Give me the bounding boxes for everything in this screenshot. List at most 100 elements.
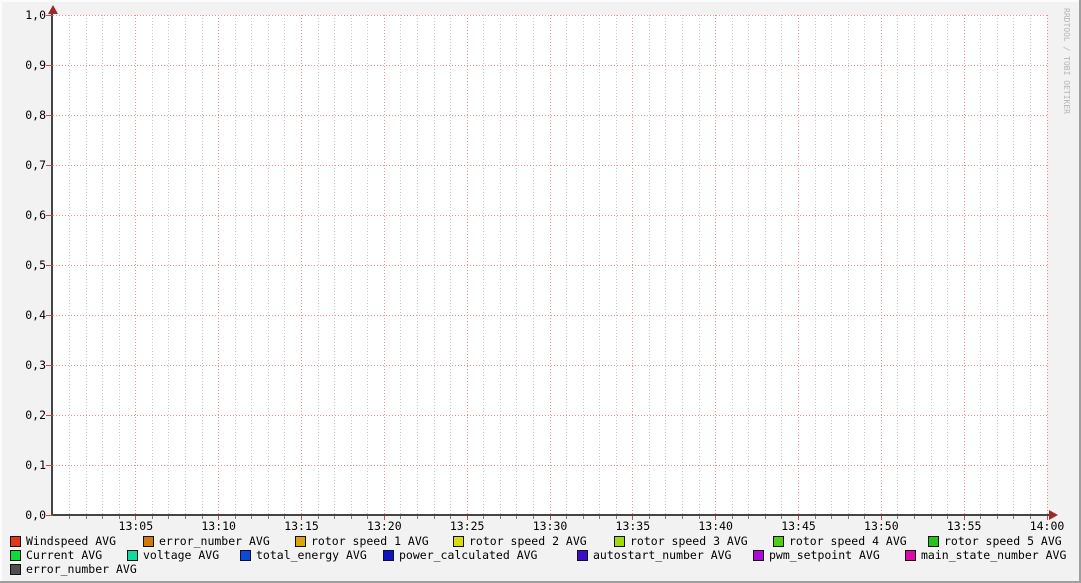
legend-swatch <box>453 536 464 547</box>
legend-item: rotor speed 2 AVG <box>453 535 587 547</box>
legend-label: rotor speed 3 AVG <box>630 535 748 547</box>
y-tick-label: 0,7 <box>0 159 46 171</box>
x-tick-minor <box>351 516 352 519</box>
legend-swatch <box>143 536 154 547</box>
x-tick-label: 13:10 <box>201 520 236 532</box>
y-tick-label: 0,4 <box>0 309 46 321</box>
y-tick-label: 1,0 <box>0 9 46 21</box>
x-tick-minor <box>86 516 87 519</box>
legend-item: autostart_number AVG <box>577 549 731 561</box>
legend-label: Current AVG <box>26 549 102 561</box>
x-tick-minor <box>251 516 252 519</box>
x-tick-label: 13:35 <box>616 520 651 532</box>
y-tick-major <box>46 15 53 16</box>
watermark: RRDTOOL / TOBI OETIKER <box>1062 8 1071 114</box>
y-tick-major <box>46 415 53 416</box>
x-tick-minor <box>848 516 849 519</box>
x-tick-label: 13:40 <box>698 520 733 532</box>
legend-label: error_number AVG <box>26 563 137 575</box>
legend-label: rotor speed 4 AVG <box>789 535 907 547</box>
y-tick-label: 0,0 <box>0 509 46 521</box>
legend-item: rotor speed 3 AVG <box>614 535 748 547</box>
grid-hline-major <box>53 365 1047 366</box>
grid-hline-major <box>53 115 1047 116</box>
y-tick-label: 0,3 <box>0 359 46 371</box>
legend-swatch <box>905 550 916 561</box>
legend-item: pwm_setpoint AVG <box>753 549 880 561</box>
legend-label: Windspeed AVG <box>26 535 116 547</box>
y-tick-label: 0,5 <box>0 259 46 271</box>
x-tick-minor <box>914 516 915 519</box>
x-tick-minor <box>500 516 501 519</box>
grid-hline-major <box>53 15 1047 16</box>
legend-item: Windspeed AVG <box>10 535 116 547</box>
x-tick-label: 13:25 <box>450 520 485 532</box>
legend-item: rotor speed 1 AVG <box>295 535 429 547</box>
image-border-left <box>0 0 2 583</box>
x-tick-minor <box>682 516 683 519</box>
legend-swatch <box>753 550 764 561</box>
grid-hline-major <box>53 415 1047 416</box>
y-tick-major <box>46 215 53 216</box>
x-tick-minor <box>931 516 932 519</box>
x-tick-label: 14:00 <box>1030 520 1065 532</box>
x-tick-minor <box>334 516 335 519</box>
grid-hline-major <box>53 315 1047 316</box>
legend-swatch <box>10 536 21 547</box>
x-tick-minor <box>268 516 269 519</box>
x-tick-minor <box>434 516 435 519</box>
y-tick-major <box>46 265 53 266</box>
x-tick-label: 13:30 <box>533 520 568 532</box>
legend-swatch <box>127 550 138 561</box>
y-tick-major <box>46 515 53 516</box>
x-tick-minor <box>102 516 103 519</box>
grid-hline-major <box>53 215 1047 216</box>
x-tick-label: 13:55 <box>947 520 982 532</box>
legend-label: total_energy AVG <box>256 549 367 561</box>
x-tick-minor <box>168 516 169 519</box>
legend-swatch <box>240 550 251 561</box>
y-tick-label: 0,8 <box>0 109 46 121</box>
plot-area <box>53 15 1047 515</box>
legend-swatch <box>383 550 394 561</box>
legend-item: total_energy AVG <box>240 549 367 561</box>
x-tick-minor <box>599 516 600 519</box>
y-tick-major <box>46 465 53 466</box>
x-tick-minor <box>1013 516 1014 519</box>
grid-hline-major <box>53 165 1047 166</box>
legend-item: error_number AVG <box>143 535 270 547</box>
legend-item: rotor speed 4 AVG <box>773 535 907 547</box>
y-tick-major <box>46 65 53 66</box>
legend-item: main_state_number AVG <box>905 549 1066 561</box>
x-tick-label: 13:50 <box>864 520 899 532</box>
legend-label: pwm_setpoint AVG <box>769 549 880 561</box>
legend-swatch <box>295 536 306 547</box>
legend-item: Current AVG <box>10 549 102 561</box>
x-tick-label: 13:45 <box>781 520 816 532</box>
legend-label: rotor speed 1 AVG <box>311 535 429 547</box>
legend-label: rotor speed 2 AVG <box>469 535 587 547</box>
legend-swatch <box>577 550 588 561</box>
legend-swatch <box>614 536 625 547</box>
grid-hline-major <box>53 265 1047 266</box>
y-tick-major <box>46 315 53 316</box>
x-tick-label: 13:05 <box>119 520 154 532</box>
legend-swatch <box>10 564 21 575</box>
legend-item: rotor speed 5 AVG <box>928 535 1062 547</box>
legend-label: error_number AVG <box>159 535 270 547</box>
legend-item: voltage AVG <box>127 549 219 561</box>
x-tick-minor <box>997 516 998 519</box>
y-tick-major <box>46 165 53 166</box>
x-tick-minor <box>417 516 418 519</box>
x-tick-minor <box>765 516 766 519</box>
y-axis-arrow-icon <box>48 5 58 14</box>
legend-label: rotor speed 5 AVG <box>944 535 1062 547</box>
y-tick-label: 0,2 <box>0 409 46 421</box>
legend-label: power_calculated AVG <box>399 549 537 561</box>
y-tick-label: 0,1 <box>0 459 46 471</box>
x-tick-label: 13:15 <box>284 520 319 532</box>
x-tick-label: 13:20 <box>367 520 402 532</box>
legend-label: autostart_number AVG <box>593 549 731 561</box>
legend-label: voltage AVG <box>143 549 219 561</box>
y-tick-major <box>46 115 53 116</box>
